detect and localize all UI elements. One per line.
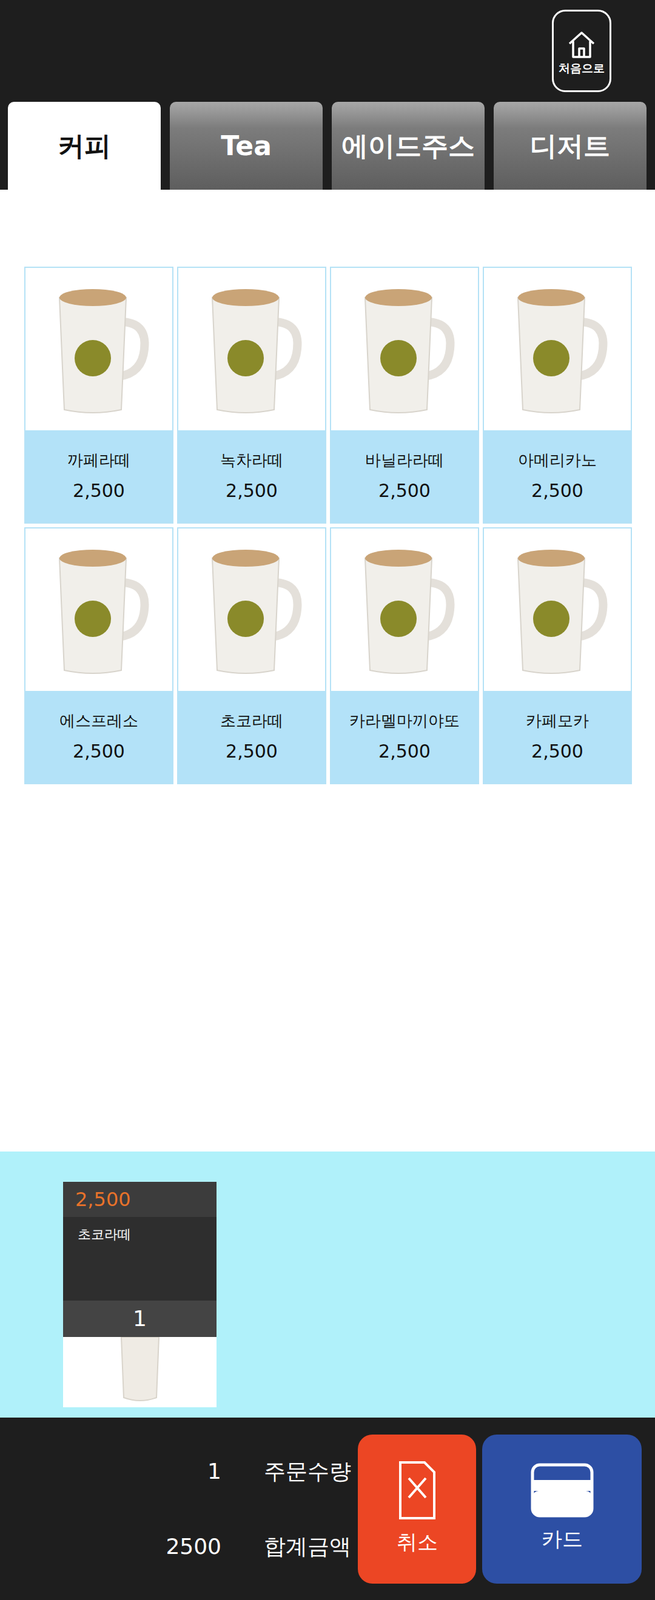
menu-area: 까페라떼2,500녹차라떼2,500바닐라라떼2,500아메리카노2,500에스… <box>0 189 655 1153</box>
product-photo <box>331 528 478 692</box>
cup-icon <box>352 540 457 680</box>
product-name: 초코라떼 <box>220 709 284 734</box>
quantity-value: 1 <box>151 1456 228 1489</box>
cart-quantity: 1 <box>63 1301 217 1338</box>
product-price: 2,500 <box>225 738 278 766</box>
order-summary: 1주문수량 2500합계금액 <box>0 1456 358 1565</box>
product-name: 에스프레소 <box>59 709 139 734</box>
cancel-button[interactable]: 취소 <box>357 1435 477 1585</box>
product-photo <box>483 528 631 692</box>
cancel-icon <box>397 1461 437 1522</box>
product-price: 2,500 <box>72 738 125 766</box>
product-name: 까페라떼 <box>67 448 131 473</box>
kiosk-screen: 처음으로커피Tea에이드주스디저트까페라떼2,500녹차라떼2,500바닐라라떼… <box>0 0 655 1600</box>
bottom-bar: 1주문수량 2500합계금액 취소 카드 <box>0 1418 655 1600</box>
cart-area: 2,500초코라떼1 <box>0 1152 655 1419</box>
product-name: 바닐라라떼 <box>365 448 444 473</box>
cart-price: 2,500 <box>63 1182 217 1218</box>
product-item[interactable]: 초코라떼 2,500 <box>177 527 327 785</box>
home-icon <box>564 27 599 62</box>
product-photo <box>178 268 326 431</box>
cup-icon <box>47 279 151 420</box>
product-price: 2,500 <box>531 738 584 766</box>
product-item[interactable]: 카라멜마끼야또 2,500 <box>329 527 480 785</box>
total-label: 합계금액 <box>227 1531 352 1565</box>
tab-label: 커피 <box>57 126 111 167</box>
total-value: 2500 <box>151 1531 228 1565</box>
cup-icon <box>352 279 457 420</box>
category-tab[interactable]: 커피 <box>7 101 161 190</box>
category-tab[interactable]: 에이드주스 <box>331 101 485 190</box>
tab-label: 에이드주스 <box>341 126 475 167</box>
product-grid: 까페라떼2,500녹차라떼2,500바닐라라떼2,500아메리카노2,500에스… <box>24 266 655 785</box>
product-photo <box>331 268 478 431</box>
card-button[interactable]: 카드 <box>482 1435 642 1585</box>
cup-icon <box>505 540 609 680</box>
category-tabs: 커피 Tea 에이드주스 디저트 <box>0 101 655 190</box>
cart-photo <box>63 1337 217 1409</box>
product-price: 2,500 <box>378 477 431 505</box>
button-label: 카드 <box>541 1524 583 1556</box>
category-tab[interactable]: 디저트 <box>493 101 647 190</box>
product-name: 카페모카 <box>525 709 589 734</box>
product-name: 카라멜마끼야또 <box>349 709 460 734</box>
card-icon <box>530 1464 594 1519</box>
button-label: 취소 <box>396 1527 438 1559</box>
top-bar: 처음으로커피 Tea 에이드주스 디저트 <box>0 0 655 190</box>
cup-icon <box>200 540 304 680</box>
product-name: 아메리카노 <box>517 448 597 473</box>
home-label: 처음으로 <box>558 61 605 75</box>
product-price: 2,500 <box>225 477 278 505</box>
product-photo <box>483 268 631 431</box>
product-item[interactable]: 녹차라떼 2,500 <box>177 266 327 524</box>
home-button[interactable]: 처음으로 <box>551 9 612 93</box>
cup-icon <box>200 279 304 420</box>
product-photo <box>25 268 173 431</box>
cart-name: 초코라떼 <box>63 1217 217 1302</box>
product-price: 2,500 <box>378 738 431 766</box>
tab-label: Tea <box>220 126 272 167</box>
quantity-row: 1주문수량 <box>151 1456 358 1489</box>
product-item[interactable]: 바닐라라떼 2,500 <box>329 266 480 524</box>
product-name: 녹차라떼 <box>220 448 284 473</box>
total-row: 2500합계금액 <box>151 1531 358 1565</box>
product-item[interactable]: 에스프레소 2,500 <box>24 527 174 785</box>
product-photo <box>178 528 326 692</box>
product-item[interactable]: 카페모카 2,500 <box>482 527 632 785</box>
tab-label: 디저트 <box>530 126 611 167</box>
quantity-label: 주문수량 <box>227 1456 352 1489</box>
cup-icon <box>47 540 151 680</box>
product-item[interactable]: 까페라떼 2,500 <box>24 266 174 524</box>
product-price: 2,500 <box>72 477 125 505</box>
product-price: 2,500 <box>531 477 584 505</box>
product-photo <box>25 528 173 692</box>
cup-icon <box>118 1337 162 1409</box>
category-tab[interactable]: Tea <box>169 101 323 190</box>
product-item[interactable]: 아메리카노 2,500 <box>482 266 632 524</box>
cup-icon <box>505 279 609 420</box>
cart-item[interactable]: 2,500초코라떼1 <box>63 1182 217 1409</box>
